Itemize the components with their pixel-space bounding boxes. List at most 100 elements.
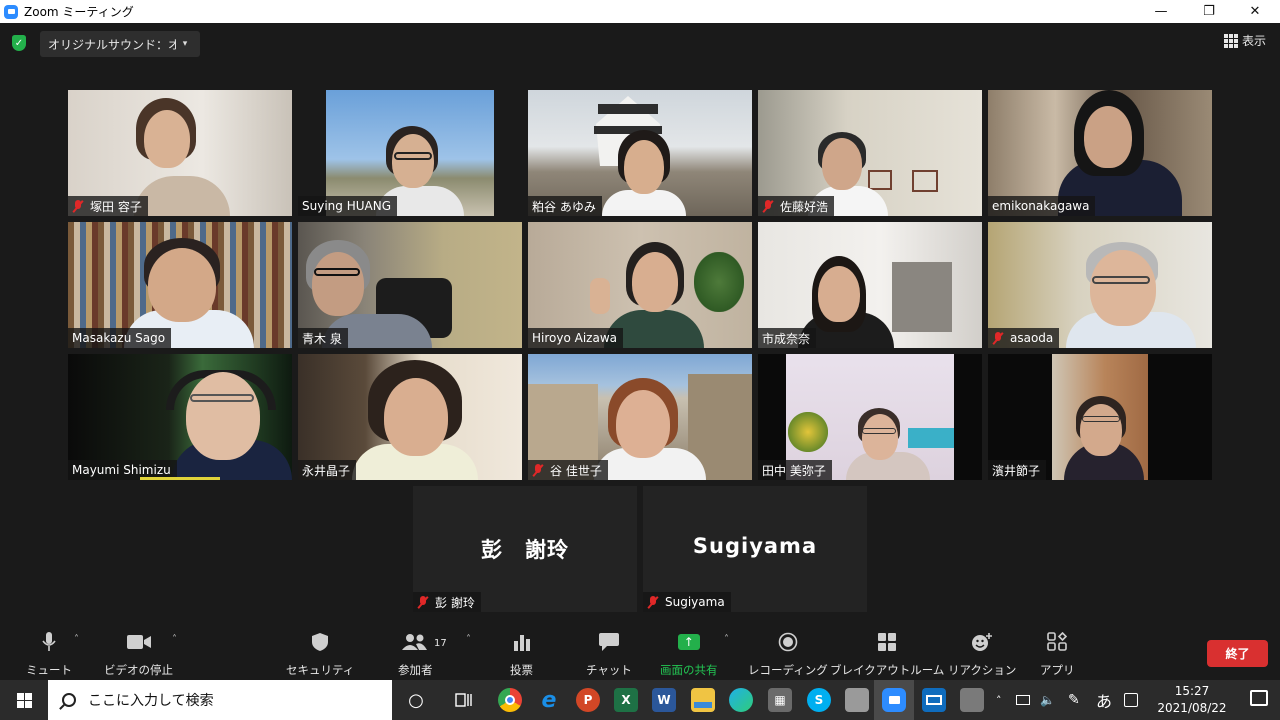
- video-tile[interactable]: 粕谷 あゆみ: [528, 90, 752, 216]
- video-tile-active-speaker[interactable]: Hiroyo Aizawa: [528, 222, 752, 348]
- network-icon[interactable]: [1016, 680, 1034, 720]
- volume-icon[interactable]: 🔈: [1040, 680, 1055, 720]
- search-placeholder: ここに入力して検索: [88, 693, 214, 709]
- tray-overflow-icon[interactable]: ˄: [996, 680, 1002, 720]
- minimize-button[interactable]: —: [1138, 0, 1184, 23]
- muted-mic-icon: [532, 463, 544, 477]
- reactions-button[interactable]: リアクション: [948, 630, 1016, 678]
- chat-button[interactable]: チャット: [586, 630, 632, 678]
- participants-button[interactable]: 参加者: [398, 630, 433, 678]
- muted-mic-icon: [647, 595, 659, 609]
- calculator-icon[interactable]: ▦: [768, 688, 792, 712]
- participant-name: Masakazu Sago: [72, 331, 166, 345]
- apps-button[interactable]: アプリ: [1040, 630, 1075, 678]
- participant-name: emikonakagawa: [992, 199, 1090, 213]
- zoom-icon[interactable]: [882, 688, 906, 712]
- stop-video-button[interactable]: ビデオの停止: [104, 630, 173, 678]
- search-icon: [62, 693, 76, 707]
- microphone-icon: [42, 630, 56, 654]
- start-button[interactable]: [0, 680, 48, 720]
- participant-display-name: Sugiyama: [692, 534, 818, 558]
- share-screen-button[interactable]: ↑ 画面の共有: [660, 630, 718, 678]
- breakout-rooms-button[interactable]: ブレイクアウトルーム: [830, 630, 944, 678]
- pen-icon[interactable]: ✎: [1068, 680, 1080, 720]
- mail-icon[interactable]: [922, 688, 946, 712]
- ime-mode-icon[interactable]: [1124, 680, 1140, 720]
- muted-mic-icon: [762, 199, 774, 213]
- video-tile[interactable]: Mayumi Shimizu: [68, 354, 292, 480]
- original-sound-dropdown[interactable]: ▾: [176, 31, 194, 57]
- encryption-shield-icon[interactable]: ✓: [12, 35, 26, 51]
- participant-name: Mayumi Shimizu: [72, 463, 171, 477]
- task-view-icon[interactable]: [452, 688, 476, 712]
- participant-name: 粕谷 あゆみ: [532, 199, 596, 214]
- excel-icon[interactable]: X: [614, 688, 638, 712]
- cortana-icon[interactable]: ○: [404, 688, 428, 712]
- muted-mic-icon: [417, 595, 429, 609]
- video-tile[interactable]: 永井晶子: [298, 354, 522, 480]
- video-tile[interactable]: asaoda: [988, 222, 1212, 348]
- video-camera-icon: [126, 630, 152, 654]
- video-tile[interactable]: Suying HUANG: [298, 90, 522, 216]
- participants-options-caret[interactable]: ˄: [466, 634, 471, 645]
- participant-name: 彭 謝玲: [435, 595, 475, 610]
- device-icon[interactable]: [960, 688, 984, 712]
- polls-button[interactable]: 投票: [510, 630, 533, 678]
- edge-icon[interactable]: [729, 688, 753, 712]
- share-screen-icon: ↑: [677, 630, 700, 654]
- chat-bubble-icon: [598, 630, 620, 654]
- windows-logo-icon: [16, 692, 32, 708]
- skype-icon[interactable]: S: [807, 688, 831, 712]
- notification-center-icon[interactable]: [1250, 690, 1268, 706]
- file-explorer-icon[interactable]: [691, 688, 715, 712]
- ime-indicator[interactable]: あ: [1096, 680, 1112, 720]
- video-off-tile[interactable]: 彭 謝玲 彭 謝玲: [413, 486, 637, 612]
- video-tile[interactable]: 塚田 容子: [68, 90, 292, 216]
- smiley-plus-icon: [971, 630, 993, 654]
- share-options-caret[interactable]: ˄: [724, 634, 729, 645]
- view-label: 表示: [1241, 34, 1266, 48]
- security-button[interactable]: セキュリティ: [286, 630, 354, 678]
- word-icon[interactable]: W: [652, 688, 676, 712]
- participant-name: 濱井節子: [992, 463, 1041, 478]
- video-tile[interactable]: Masakazu Sago: [68, 222, 292, 348]
- breakout-rooms-icon: [877, 630, 897, 654]
- participant-display-name: 彭 謝玲: [481, 538, 569, 562]
- video-off-tile[interactable]: Sugiyama Sugiyama: [643, 486, 867, 612]
- chrome-icon[interactable]: [498, 688, 522, 712]
- participant-name: Hiroyo Aizawa: [532, 331, 617, 345]
- bar-chart-icon: [513, 630, 531, 654]
- participant-name: 塚田 容子: [90, 199, 142, 214]
- video-options-caret[interactable]: ˄: [172, 634, 177, 645]
- powerpoint-icon[interactable]: P: [576, 688, 600, 712]
- meeting-top-bar: ✓ オリジナルサウンド：オフ ▾ 表示: [0, 23, 1280, 65]
- title-bar: Zoom ミーティング — ❐ ✕: [0, 0, 1280, 23]
- record-button[interactable]: レコーディング: [748, 630, 828, 678]
- restore-button[interactable]: ❐: [1186, 0, 1232, 23]
- participant-name: asaoda: [1010, 331, 1054, 345]
- video-tile[interactable]: 谷 佳世子: [528, 354, 752, 480]
- view-button[interactable]: 表示: [1223, 32, 1266, 49]
- taskbar-search[interactable]: ここに入力して検索: [48, 680, 392, 720]
- video-tile[interactable]: 田中 美弥子: [758, 354, 982, 480]
- participant-name: 青木 泉: [302, 331, 342, 346]
- end-meeting-button[interactable]: 終了: [1207, 640, 1268, 667]
- participant-name: 谷 佳世子: [550, 463, 602, 478]
- participant-name: Suying HUANG: [302, 199, 391, 213]
- window-title: Zoom ミーティング: [24, 5, 134, 19]
- edge-legacy-icon[interactable]: e: [537, 688, 561, 713]
- participant-count: 17: [434, 638, 447, 649]
- video-tile[interactable]: 佐藤好浩: [758, 90, 982, 216]
- apps-icon: [1047, 630, 1068, 654]
- video-tile[interactable]: 市成奈奈: [758, 222, 982, 348]
- zoom-app-icon: [4, 4, 18, 19]
- video-tile[interactable]: 濱井節子: [988, 354, 1212, 480]
- participant-name: Sugiyama: [665, 595, 725, 609]
- video-tile[interactable]: 青木 泉: [298, 222, 522, 348]
- audio-options-caret[interactable]: ˄: [74, 634, 79, 645]
- scanner-icon[interactable]: [845, 688, 869, 712]
- system-clock[interactable]: 15:27 2021/08/22: [1152, 683, 1232, 717]
- close-button[interactable]: ✕: [1232, 0, 1278, 23]
- video-tile[interactable]: emikonakagawa: [988, 90, 1212, 216]
- mute-button[interactable]: ミュート: [26, 630, 72, 678]
